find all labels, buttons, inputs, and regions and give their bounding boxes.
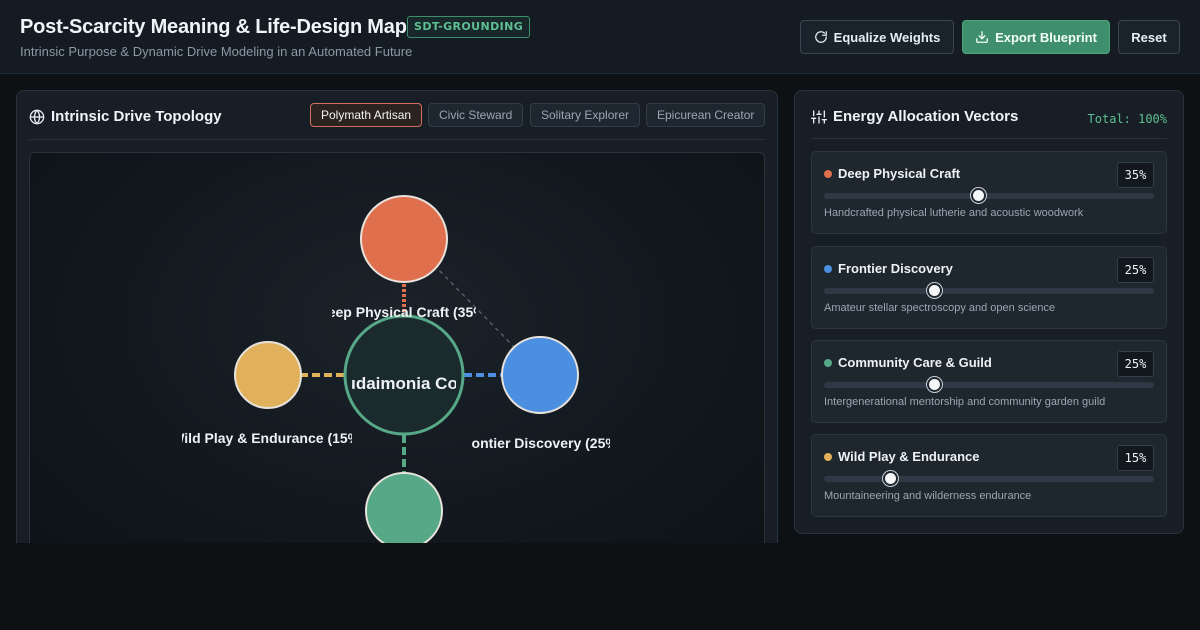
vector-name-row: Community Care & Guild xyxy=(824,355,992,370)
topology-title-text: Intrinsic Drive Topology xyxy=(51,108,222,125)
vector-name-row: Wild Play & Endurance xyxy=(824,449,979,464)
color-dot xyxy=(824,169,832,178)
allocation-title: Energy Allocation Vectors xyxy=(811,108,1018,125)
equalize-weights-button[interactable]: Equalize Weights xyxy=(800,20,954,54)
preset-polymath-artisan[interactable]: Polymath Artisan xyxy=(310,103,423,127)
equalize-weights-label: Equalize Weights xyxy=(833,29,941,45)
label-deep-physical-craft: Deep Physical Craft (35%) xyxy=(318,304,491,320)
label-frontier-discovery: Frontier Discovery (25%) xyxy=(458,435,623,451)
reset-button[interactable]: Reset xyxy=(1118,20,1180,54)
vector-slider-thumb[interactable] xyxy=(971,188,986,203)
export-blueprint-button[interactable]: Export Blueprint xyxy=(962,20,1110,54)
download-icon xyxy=(976,31,988,43)
vector-slider-thumb[interactable] xyxy=(927,377,942,392)
framework-badge: SDT-GROUNDING xyxy=(407,16,531,38)
vector-description: Handcrafted physical lutherie and acoust… xyxy=(824,207,1084,219)
allocation-title-text: Energy Allocation Vectors xyxy=(833,108,1019,125)
vector-percent[interactable]: 15% xyxy=(1117,445,1154,471)
app-header: Post-Scarcity Meaning & Life-Design Map … xyxy=(0,0,1200,74)
preset-epicurean-creator[interactable]: Epicurean Creator xyxy=(646,103,766,127)
label-wild-play-endurance: Wild Play & Endurance (15%) xyxy=(171,430,365,446)
vector-name: Frontier Discovery xyxy=(838,261,953,276)
vector-description: Amateur stellar spectroscopy and open sc… xyxy=(824,302,1056,314)
topology-title: Intrinsic Drive Topology xyxy=(29,108,222,125)
vector-name: Deep Physical Craft xyxy=(838,166,961,181)
vector-percent[interactable]: 25% xyxy=(1117,351,1154,377)
node-community-care[interactable] xyxy=(365,472,443,550)
export-blueprint-label: Export Blueprint xyxy=(995,29,1097,45)
vector-slider-track[interactable] xyxy=(824,471,1154,486)
topology-panel: Intrinsic Drive Topology Polymath Artisa… xyxy=(16,90,778,572)
topology-divider xyxy=(29,139,765,140)
sliders-icon xyxy=(811,109,827,124)
preset-civic-steward[interactable]: Civic Steward xyxy=(428,103,524,127)
vector-name-row: Frontier Discovery xyxy=(824,261,953,276)
vector-name-row: Deep Physical Craft xyxy=(824,166,960,181)
vector-slider-track[interactable] xyxy=(824,283,1154,298)
allocation-panel: Energy Allocation Vectors Total: 100% De… xyxy=(794,90,1184,534)
color-dot xyxy=(824,452,832,461)
vector-card-community: Community Care & Guild 25% Intergenerati… xyxy=(811,340,1167,423)
vector-description: Mountaineering and wilderness endurance xyxy=(824,490,1032,502)
vector-card-craft: Deep Physical Craft 35% Handcrafted phys… xyxy=(811,151,1167,234)
vector-percent[interactable]: 25% xyxy=(1117,257,1154,283)
reset-label: Reset xyxy=(1131,29,1167,45)
total-allocation: Total: 100% xyxy=(1087,112,1167,126)
vector-card-play: Wild Play & Endurance 15% Mountaineering… xyxy=(811,434,1167,517)
node-wild-play-endurance[interactable] xyxy=(234,341,302,409)
globe-icon xyxy=(29,109,45,125)
color-dot xyxy=(824,264,832,273)
topology-graph: Eudaimonia Core Deep Physical Craft (35%… xyxy=(171,195,623,550)
topology-canvas: Eudaimonia Core Deep Physical Craft (35%… xyxy=(29,152,765,572)
preset-solitary-explorer[interactable]: Solitary Explorer xyxy=(530,103,641,127)
page-subtitle: Intrinsic Purpose & Dynamic Drive Modeli… xyxy=(20,44,413,59)
node-frontier-discovery[interactable] xyxy=(501,336,579,414)
refresh-icon xyxy=(814,31,827,43)
hub-label: Eudaimonia Core xyxy=(334,374,474,393)
page-bottom-fill xyxy=(0,543,1200,630)
vector-description: Intergenerational mentorship and communi… xyxy=(824,396,1106,408)
vector-slider-thumb[interactable] xyxy=(927,283,942,298)
color-dot xyxy=(824,358,832,367)
vector-slider-track[interactable] xyxy=(824,377,1154,392)
allocation-divider xyxy=(811,138,1167,139)
vector-name: Community Care & Guild xyxy=(838,355,992,370)
page-title: Post-Scarcity Meaning & Life-Design Map xyxy=(20,16,407,38)
vector-slider-thumb[interactable] xyxy=(883,471,898,486)
vector-percent[interactable]: 35% xyxy=(1117,162,1154,188)
vector-card-discovery: Frontier Discovery 25% Amateur stellar s… xyxy=(811,246,1167,329)
vector-name: Wild Play & Endurance xyxy=(838,449,980,464)
vector-slider-track[interactable] xyxy=(824,188,1154,203)
node-deep-physical-craft[interactable] xyxy=(360,195,448,283)
